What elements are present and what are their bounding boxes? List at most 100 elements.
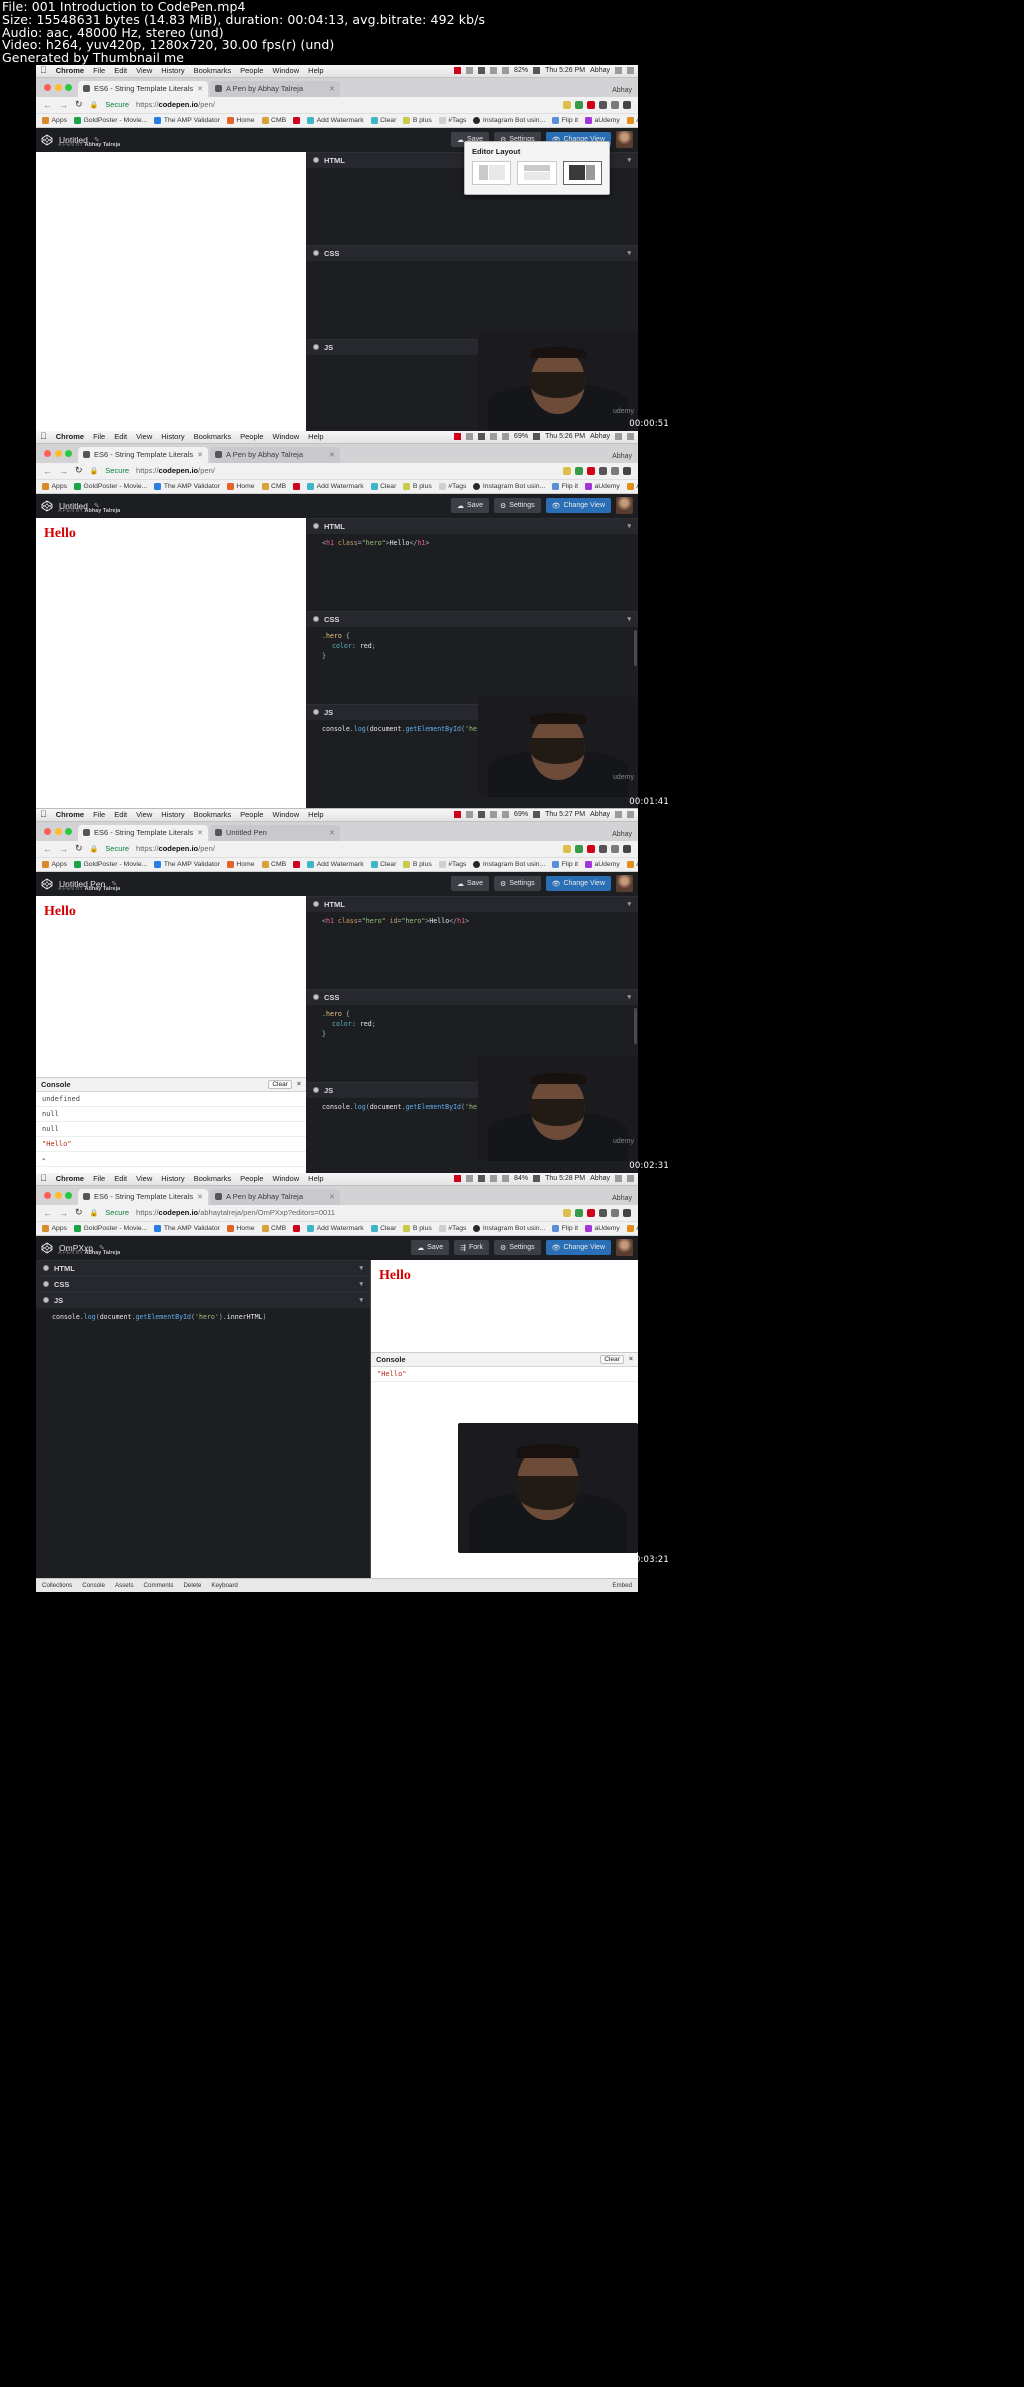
bookmark-home[interactable]: Home: [226, 860, 255, 868]
css-pane-header[interactable]: CSS ▾: [306, 245, 638, 261]
chrome-profile-name[interactable]: Abhay: [612, 1195, 632, 1202]
menu-window[interactable]: Window: [272, 66, 299, 75]
browser-tab-active[interactable]: ES6 - String Template Literals ✕: [78, 80, 208, 97]
tab-close-icon[interactable]: ✕: [329, 451, 335, 459]
menu-help[interactable]: Help: [308, 810, 323, 819]
browser-tab-inactive[interactable]: A Pen by Abhay Talreja ✕: [210, 80, 340, 97]
pen-author-name[interactable]: Abhay Talreja: [85, 142, 121, 148]
bookmark-audemy[interactable]: aUdemy: [584, 482, 620, 490]
bookmark-instagram-bot[interactable]: Instagram Bot usin...: [473, 860, 545, 868]
bookmark-flip-it[interactable]: Flip it: [552, 482, 578, 490]
bookmark-instagram-bot[interactable]: Instagram Bot usin...: [473, 116, 545, 124]
url-text[interactable]: https://codepen.io/pen/: [136, 844, 215, 853]
bookmark-tags[interactable]: #Tags: [438, 482, 466, 490]
bookmark-audemy[interactable]: aUdemy: [584, 1224, 620, 1232]
back-icon[interactable]: ←: [43, 844, 52, 854]
menu-help[interactable]: Help: [308, 66, 323, 75]
star-icon[interactable]: [563, 100, 571, 109]
menu-bookmarks[interactable]: Bookmarks: [194, 1174, 232, 1183]
settings-dot-icon[interactable]: [313, 994, 319, 1001]
preview-viewport[interactable]: Hello: [371, 1260, 638, 1352]
profile-icon[interactable]: [611, 100, 619, 109]
footer-keyboard[interactable]: Keyboard: [211, 1582, 238, 1589]
close-window-icon[interactable]: [44, 1191, 51, 1199]
fork-button[interactable]: ⇶ Fork: [454, 1240, 490, 1256]
preview-pane[interactable]: Hello Console Clear × undefined null nul…: [36, 895, 306, 1185]
bookmark-add-watermark[interactable]: Add Watermark: [307, 482, 364, 490]
star-icon[interactable]: [563, 1208, 571, 1217]
menu-history[interactable]: History: [161, 66, 184, 75]
bookmark-amazon[interactable]: Amazon: [626, 116, 638, 124]
css-code[interactable]: .hero { color: red; }: [306, 1004, 638, 1044]
bookmark-add-watermark[interactable]: Add Watermark: [307, 860, 364, 868]
avatar[interactable]: [616, 131, 633, 149]
settings-dot-icon[interactable]: [313, 901, 319, 908]
bookmark-b-plus[interactable]: B plus: [403, 860, 432, 868]
menu-history[interactable]: History: [161, 810, 184, 819]
settings-dot-icon[interactable]: [313, 157, 319, 164]
bookmark-goldposter[interactable]: GoldPoster - Movie...: [74, 116, 147, 124]
settings-dot-icon[interactable]: [313, 250, 319, 257]
bookmark-flip-it[interactable]: Flip it: [552, 1224, 578, 1232]
user-name[interactable]: Abhay: [590, 811, 610, 818]
settings-button[interactable]: ⚙Settings: [494, 498, 541, 514]
minimize-window-icon[interactable]: [54, 1191, 62, 1199]
bookmark-clear[interactable]: Clear: [370, 860, 396, 868]
star-icon[interactable]: [563, 844, 571, 853]
js-code[interactable]: console.log(document.getElementById('her…: [36, 1307, 370, 1322]
settings-button[interactable]: ⚙Settings: [494, 1240, 541, 1256]
css-code[interactable]: [306, 260, 638, 265]
extension-icon[interactable]: [587, 466, 595, 475]
css-pane-header[interactable]: CSS ▾: [306, 989, 638, 1005]
pen-author-name[interactable]: Abhay Talreja: [85, 508, 121, 514]
close-window-icon[interactable]: [44, 83, 51, 91]
html-pane-header[interactable]: HTML ▾: [306, 518, 638, 534]
layout-option-left[interactable]: [472, 160, 512, 185]
bookmark-goldposter[interactable]: GoldPoster - Movie...: [74, 860, 147, 868]
bookmark-tags[interactable]: #Tags: [438, 116, 466, 124]
chrome-profile-name[interactable]: Abhay: [612, 87, 632, 94]
menu-view[interactable]: View: [136, 66, 152, 75]
bookmark-amp-validator[interactable]: The AMP Validator: [154, 482, 220, 490]
window-controls[interactable]: [42, 444, 78, 463]
close-window-icon[interactable]: [44, 449, 51, 457]
tab-close-icon[interactable]: ✕: [197, 829, 203, 837]
layout-option-right[interactable]: [562, 160, 602, 185]
user-name[interactable]: Abhay: [590, 433, 610, 440]
tab-close-icon[interactable]: ✕: [197, 451, 203, 459]
bookmark-cmb[interactable]: CMB: [261, 482, 286, 490]
extension-icon[interactable]: [599, 1208, 607, 1217]
save-button[interactable]: ☁ Save: [451, 498, 490, 514]
bookmark-goldposter[interactable]: GoldPoster - Movie...: [74, 1224, 147, 1232]
menu-people[interactable]: People: [240, 66, 263, 75]
css-code[interactable]: .hero { color: red; }: [306, 626, 638, 666]
url-text[interactable]: https://codepen.io/pen/: [136, 466, 215, 475]
bookmark-youtube[interactable]: [293, 1224, 301, 1232]
browser-tab-active[interactable]: ES6 - String Template Literals ✕: [78, 1188, 208, 1205]
preview-pane[interactable]: Hello: [36, 517, 306, 808]
menu-bookmarks[interactable]: Bookmarks: [194, 432, 232, 441]
bookmark-b-plus[interactable]: B plus: [403, 1224, 432, 1232]
footer-delete[interactable]: Delete: [183, 1582, 201, 1589]
bookmark-tags[interactable]: #Tags: [438, 1224, 466, 1232]
window-controls[interactable]: [42, 78, 78, 97]
console-prompt[interactable]: ▸: [36, 1152, 306, 1167]
profile-icon[interactable]: [611, 844, 619, 853]
settings-dot-icon[interactable]: [313, 709, 319, 716]
bookmark-tags[interactable]: #Tags: [438, 860, 466, 868]
bookmark-youtube[interactable]: [293, 116, 301, 124]
chevron-down-icon[interactable]: ▾: [627, 522, 631, 530]
control-center-icon[interactable]: [627, 67, 634, 75]
css-pane-header[interactable]: CSS ▾: [36, 1276, 370, 1292]
search-icon[interactable]: [615, 811, 622, 819]
console-clear-button[interactable]: Clear: [268, 1079, 292, 1089]
layout-option-top[interactable]: [517, 160, 557, 185]
forward-icon[interactable]: →: [59, 1208, 68, 1218]
bookmark-apps[interactable]: Apps: [42, 116, 67, 124]
minimize-window-icon[interactable]: [54, 827, 62, 835]
console-close-icon[interactable]: ×: [297, 1081, 301, 1088]
bookmark-apps[interactable]: Apps: [42, 482, 67, 490]
maximize-window-icon[interactable]: [65, 83, 72, 91]
bookmark-amp-validator[interactable]: The AMP Validator: [154, 860, 220, 868]
menu-file[interactable]: File: [93, 66, 105, 75]
